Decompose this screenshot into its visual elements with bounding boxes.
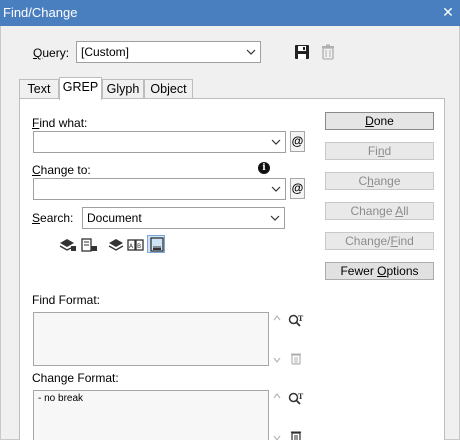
scroll-down-icon[interactable] — [273, 435, 281, 440]
scroll-down-icon[interactable] — [273, 357, 281, 363]
change-format-box: - no break — [33, 390, 269, 440]
query-value: [Custom] — [81, 45, 130, 59]
find-what-label: Find what: — [32, 116, 88, 130]
svg-text:T: T — [298, 392, 304, 401]
specify-change-format-icon[interactable]: T — [288, 392, 304, 406]
change-find-button[interactable]: Change/Find — [325, 232, 434, 250]
tab-object[interactable]: Object — [144, 79, 193, 99]
find-button[interactable]: Find — [325, 142, 434, 160]
chevron-down-icon — [246, 49, 256, 55]
specify-find-format-icon[interactable]: T — [288, 314, 304, 328]
query-select[interactable]: [Custom] — [76, 41, 261, 63]
save-query-icon[interactable] — [294, 44, 310, 60]
chevron-down-icon — [271, 186, 281, 192]
search-label: Search: — [32, 211, 74, 225]
clear-change-format-icon[interactable] — [290, 430, 302, 440]
search-scope-select[interactable]: Document — [82, 207, 285, 229]
title-bar: Find/Change ✕ — [0, 0, 460, 26]
include-hidden-layers-icon[interactable] — [107, 237, 125, 253]
change-format-scrollbar[interactable] — [270, 390, 284, 440]
close-button[interactable]: ✕ — [438, 2, 458, 22]
close-icon: ✕ — [442, 4, 454, 20]
find-format-box — [33, 312, 269, 366]
change-special-characters-button[interactable]: @ — [290, 178, 305, 199]
svg-text:T: T — [298, 314, 304, 323]
change-to-label: Change to: — [32, 163, 91, 177]
window-title: Find/Change — [3, 5, 78, 20]
svg-text:A: A — [129, 243, 134, 250]
done-button[interactable]: Done — [325, 112, 434, 130]
include-locked-layers-icon[interactable] — [59, 237, 77, 253]
clear-find-format-icon[interactable] — [290, 352, 302, 365]
fewer-options-button[interactable]: Fewer Options — [325, 262, 434, 280]
find-format-scrollbar[interactable] — [270, 312, 284, 366]
info-icon[interactable]: i — [258, 162, 270, 174]
tab-glyph[interactable]: Glyph — [102, 79, 144, 99]
search-scope-value: Document — [87, 211, 142, 225]
chevron-down-icon — [270, 215, 280, 221]
scroll-up-icon[interactable] — [273, 393, 281, 399]
change-button[interactable]: Change — [325, 172, 434, 190]
delete-query-icon[interactable] — [321, 44, 335, 60]
find-format-label: Find Format: — [32, 293, 101, 307]
change-format-value: - no break — [38, 393, 84, 404]
change-format-label: Change Format: — [32, 371, 119, 385]
change-all-button[interactable]: Change All — [325, 202, 434, 220]
query-label: Query: — [33, 46, 70, 60]
footnote-icon — [150, 237, 164, 252]
include-master-pages-icon[interactable]: A B — [127, 237, 145, 253]
chevron-down-icon — [271, 139, 281, 145]
at-sign-icon: @ — [291, 134, 304, 148]
grep-panel: Find what: @ Change to: i @ Search: Docu… — [19, 98, 445, 440]
tab-text[interactable]: Text — [19, 79, 59, 99]
tab-grep[interactable]: GREP — [59, 77, 102, 100]
change-to-field[interactable] — [33, 178, 286, 200]
info-glyph: i — [262, 163, 266, 173]
svg-text:B: B — [137, 243, 141, 250]
find-what-field[interactable] — [33, 131, 286, 153]
dialog-body: Query: [Custom] Text GREP Glyph Object F… — [0, 26, 460, 440]
include-footnotes-toggle[interactable] — [147, 235, 165, 253]
find-special-characters-button[interactable]: @ — [290, 131, 305, 152]
include-locked-stories-icon[interactable] — [80, 237, 98, 253]
at-sign-icon: @ — [291, 181, 304, 195]
scroll-up-icon[interactable] — [273, 315, 281, 321]
